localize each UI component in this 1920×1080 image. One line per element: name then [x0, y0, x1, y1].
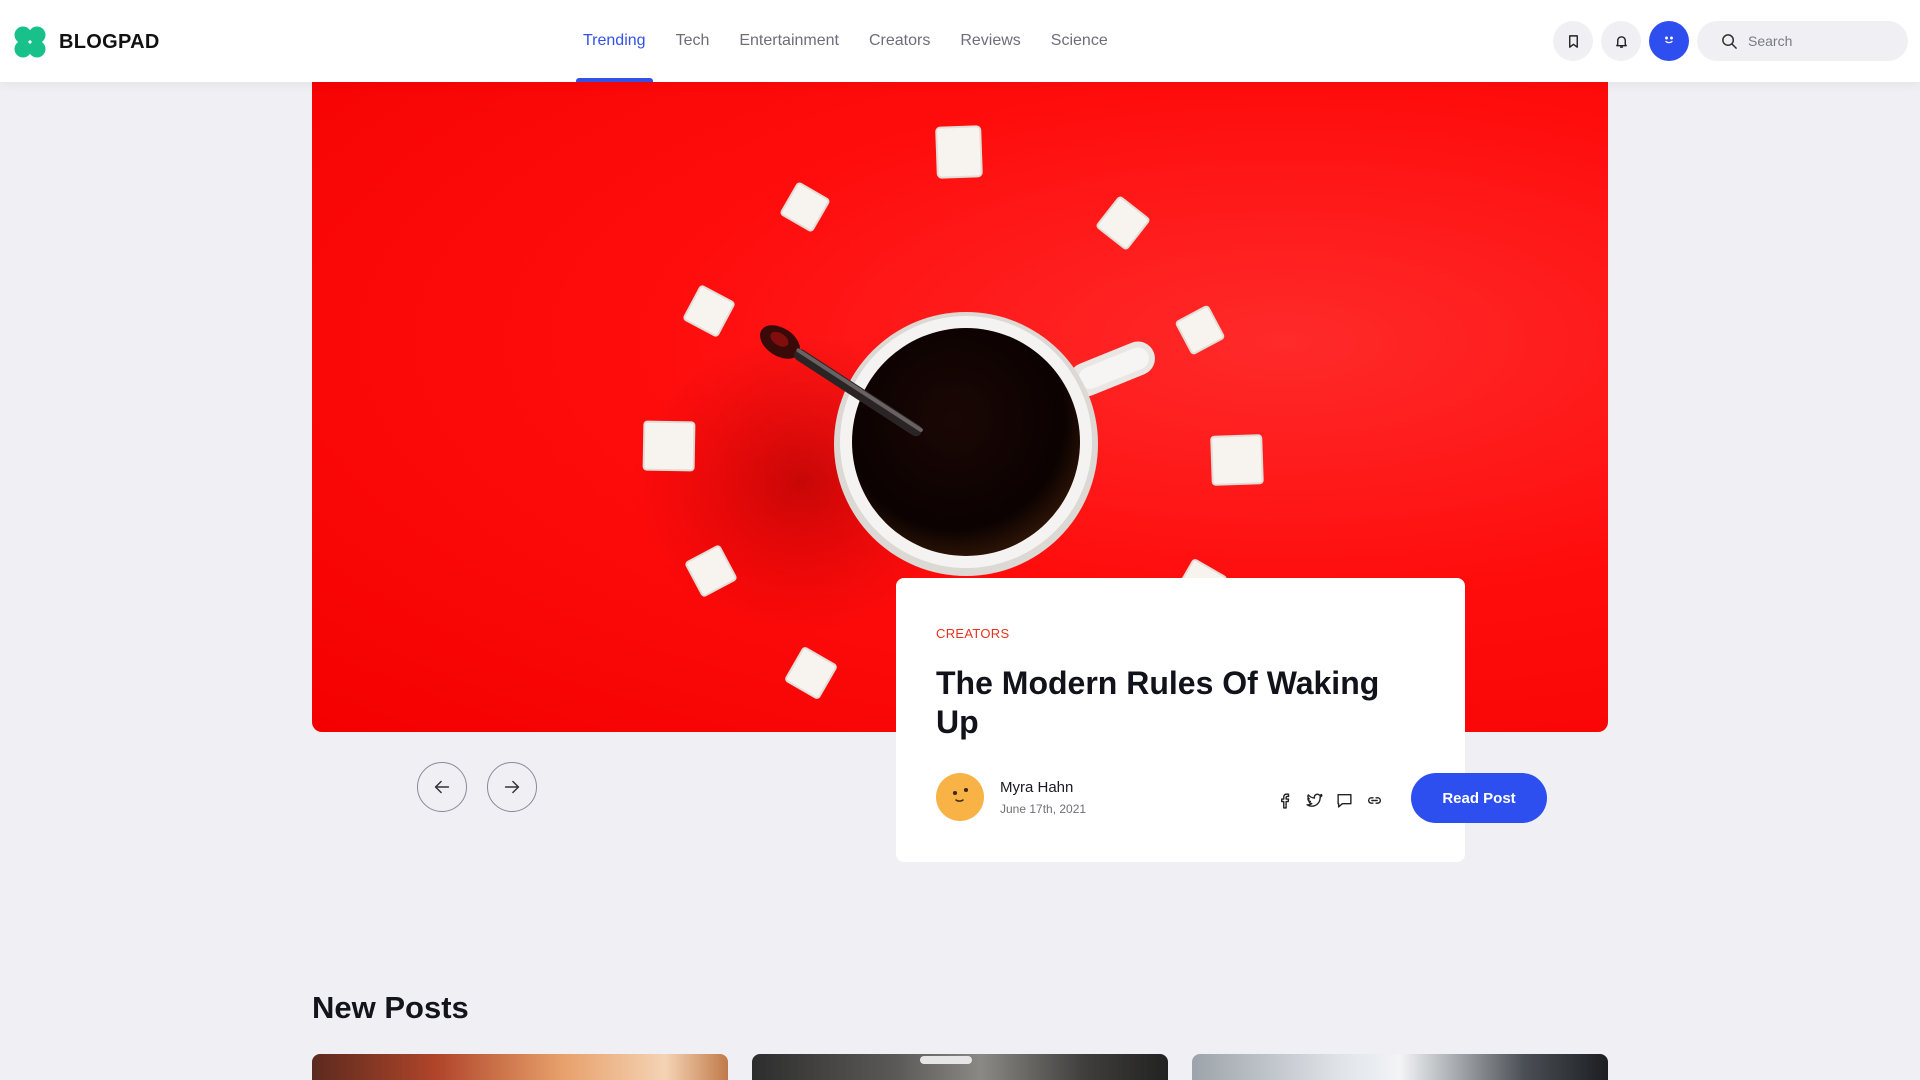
post-date: June 17th, 2021	[1000, 802, 1087, 816]
post-category[interactable]: CREATORS	[936, 626, 1009, 641]
smile-face-icon	[952, 787, 969, 802]
carousel-next-button[interactable]	[487, 762, 537, 812]
bookmark-icon	[1568, 34, 1578, 48]
twitter-icon	[1305, 793, 1323, 807]
carousel-prev-button[interactable]	[417, 762, 467, 812]
nav-item-creators[interactable]: Creators	[854, 0, 945, 82]
comment-button[interactable]	[1334, 790, 1354, 810]
logo[interactable]: BLOGPAD	[13, 25, 160, 59]
search-icon	[1722, 33, 1737, 49]
share-facebook-button[interactable]	[1274, 790, 1294, 810]
link-icon	[1367, 796, 1381, 804]
search-box[interactable]	[1697, 21, 1908, 61]
clover-logo-icon	[14, 26, 46, 58]
facebook-icon	[1280, 792, 1289, 809]
author-name[interactable]: Myra Hahn	[1000, 779, 1073, 796]
main-nav: Trending Tech Entertainment Creators Rev…	[568, 0, 1123, 82]
post-thumbnail[interactable]	[312, 1054, 728, 1080]
top-header: BLOGPAD Trending Tech Entertainment Crea…	[0, 0, 1920, 82]
author-avatar[interactable]	[936, 773, 984, 821]
nav-item-tech[interactable]: Tech	[661, 0, 725, 82]
read-post-button[interactable]: Read Post	[1411, 773, 1547, 823]
arrow-right-icon	[504, 780, 520, 794]
search-input[interactable]	[1748, 33, 1898, 49]
smile-face-icon	[1665, 36, 1673, 44]
post-thumbnail[interactable]	[1192, 1054, 1608, 1080]
arrow-left-icon	[434, 780, 450, 794]
nav-item-science[interactable]: Science	[1036, 0, 1123, 82]
new-posts-heading: New Posts	[312, 990, 469, 1025]
post-title[interactable]: The Modern Rules Of Waking Up	[936, 664, 1406, 742]
bookmarks-button[interactable]	[1553, 21, 1593, 61]
image-detail	[920, 1056, 972, 1064]
notifications-button[interactable]	[1601, 21, 1641, 61]
featured-post-card: CREATORS The Modern Rules Of Waking Up M…	[896, 578, 1465, 862]
user-avatar[interactable]	[1649, 21, 1689, 61]
comment-icon	[1336, 793, 1352, 808]
post-thumbnail[interactable]	[752, 1054, 1168, 1080]
nav-item-trending[interactable]: Trending	[568, 0, 661, 82]
share-twitter-button[interactable]	[1304, 790, 1324, 810]
bell-icon	[1615, 35, 1627, 48]
copy-link-button[interactable]	[1364, 790, 1384, 810]
brand-name: BLOGPAD	[59, 30, 160, 53]
nav-item-entertainment[interactable]: Entertainment	[724, 0, 854, 82]
nav-item-reviews[interactable]: Reviews	[945, 0, 1035, 82]
